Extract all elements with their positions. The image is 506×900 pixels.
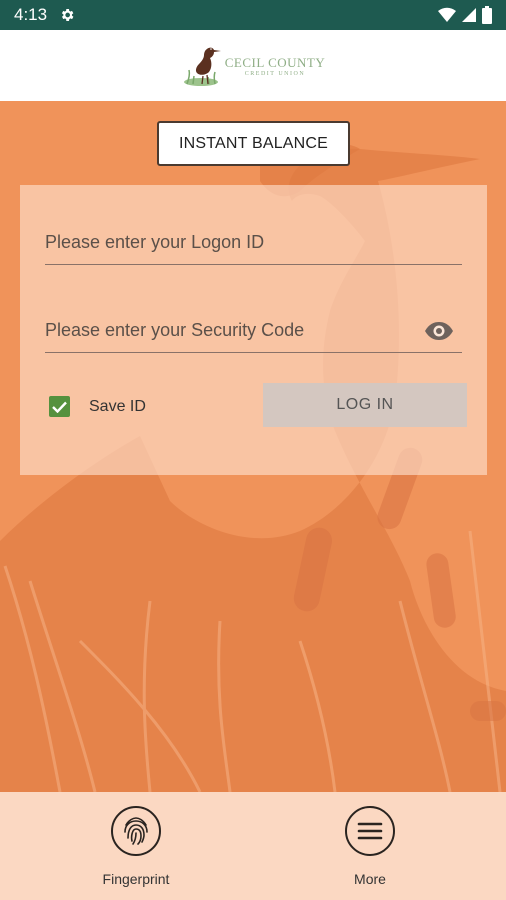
security-code-input[interactable] [45,309,462,352]
logon-id-field [45,221,462,265]
settings-gear-icon [62,9,74,21]
heron-logo-icon [183,47,221,86]
fingerprint-icon [124,817,148,845]
checkmark-icon [52,401,67,413]
more-nav-item[interactable]: More [310,806,430,887]
security-code-field [45,309,462,353]
signal-icon [462,8,476,22]
save-id-checkbox[interactable] [49,396,70,417]
save-id-label: Save ID [89,398,146,415]
instant-balance-button[interactable]: INSTANT BALANCE [157,121,350,166]
status-time: 4:13 [14,5,48,24]
fingerprint-label: Fingerprint [102,871,170,887]
logo-name: CECIL COUNTY [224,54,326,70]
hamburger-menu-icon [357,822,383,840]
logon-id-input[interactable] [45,221,462,264]
fingerprint-button[interactable] [111,806,161,856]
credit-union-logo: CECIL COUNTY CREDIT UNION [181,44,326,88]
status-bar: 4:13 [0,0,506,30]
logo-subtitle: CREDIT UNION [244,70,306,77]
more-button[interactable] [345,806,395,856]
wifi-icon [438,7,456,23]
battery-icon [482,6,492,24]
log-in-button[interactable]: LOG IN [263,383,467,427]
bottom-navigation: Fingerprint More [0,792,506,900]
app-header: CECIL COUNTY CREDIT UNION [0,30,506,101]
more-label: More [354,871,386,887]
login-screen: INSTANT BALANCE Save ID LOG IN [0,101,506,792]
login-form-card: Save ID LOG IN [20,185,487,475]
status-icons [438,6,492,24]
show-password-eye-icon[interactable] [424,321,454,341]
fingerprint-nav-item[interactable]: Fingerprint [76,806,196,887]
